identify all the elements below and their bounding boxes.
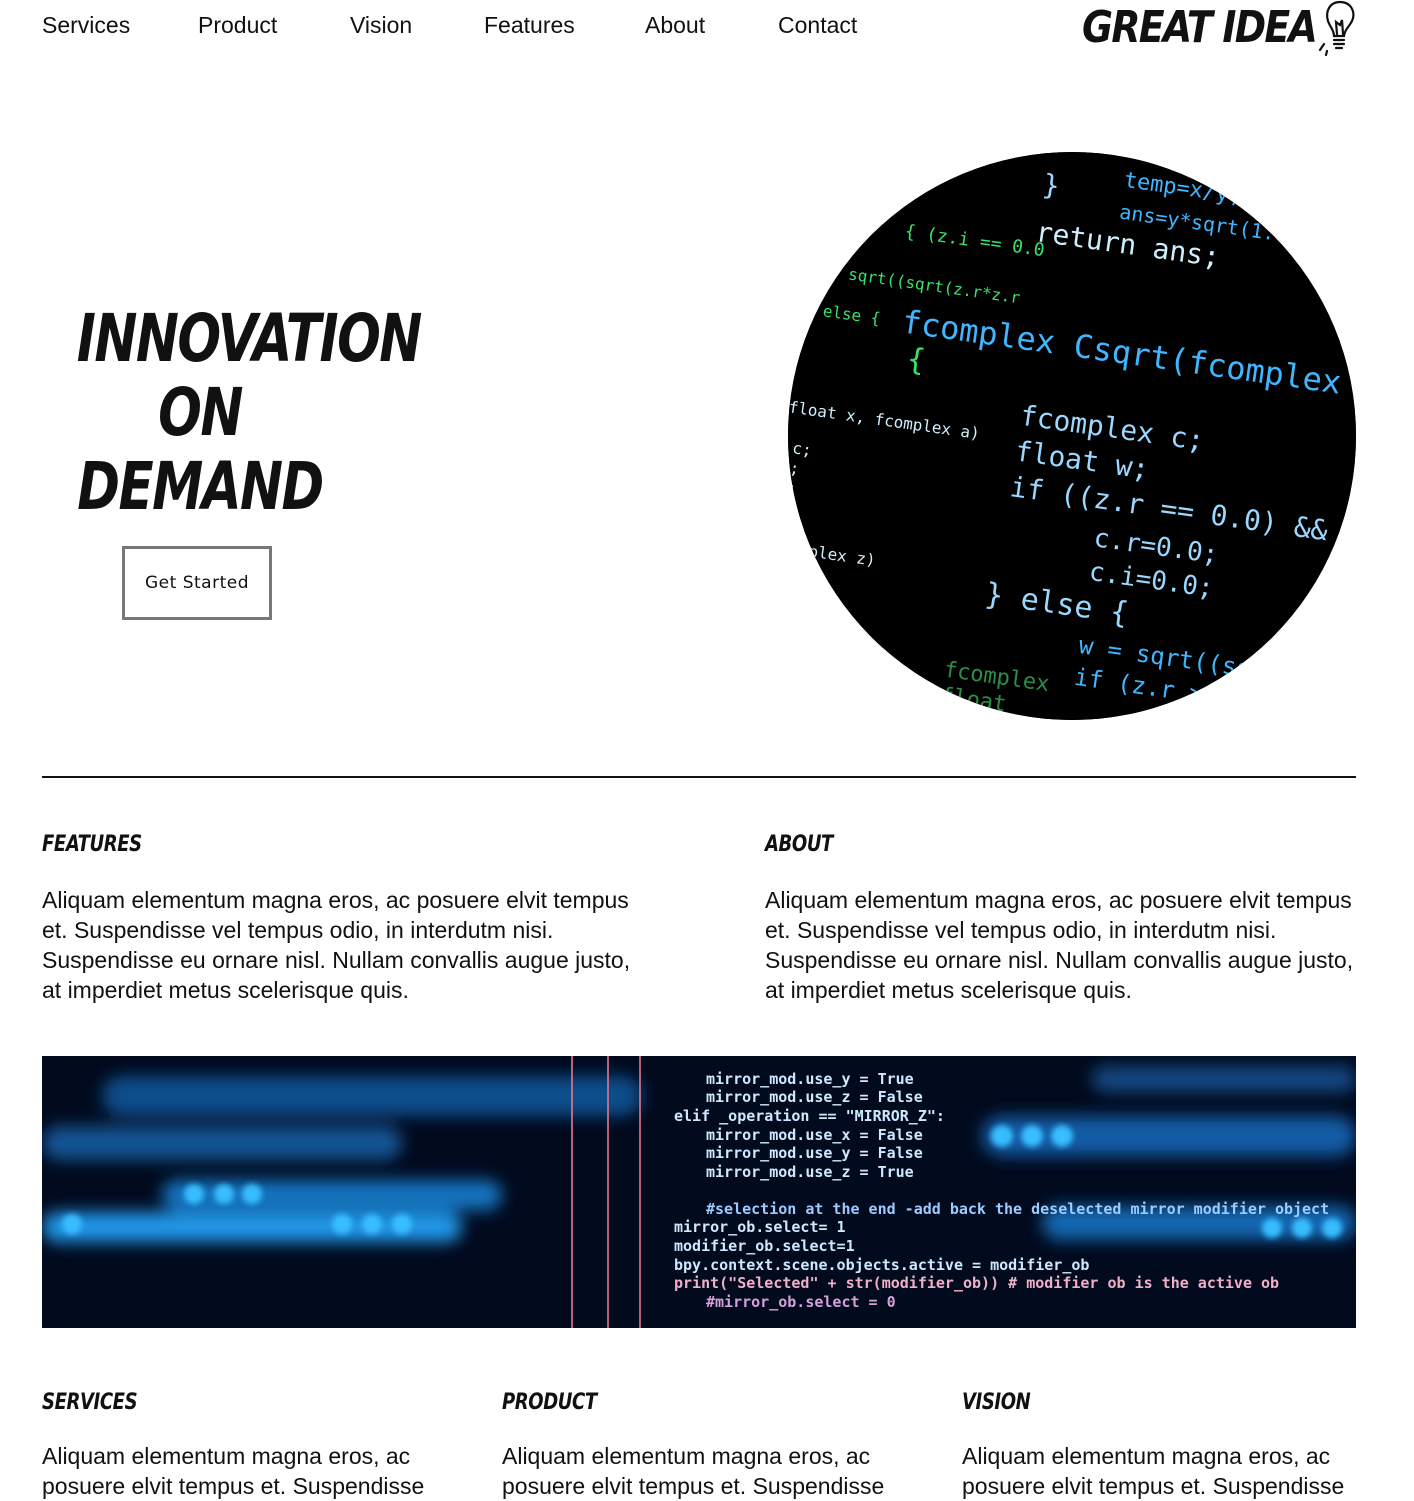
- svg-text:#mirror_ob.select = 0: #mirror_ob.select = 0: [706, 1293, 896, 1311]
- nav-link-about[interactable]: About: [645, 12, 705, 39]
- vision-heading: VISION: [962, 1390, 1031, 1415]
- svg-text:mirror_mod.use_z = True: mirror_mod.use_z = True: [706, 1163, 914, 1181]
- svg-text:modifier_ob.select=1: modifier_ob.select=1: [674, 1237, 855, 1255]
- svg-text:mirror_mod.use_z = False: mirror_mod.use_z = False: [706, 1088, 923, 1106]
- svg-text:bpy.context.scene.objects.acti: bpy.context.scene.objects.active = modif…: [674, 1256, 1089, 1274]
- hero-title-line-2: ON: [158, 374, 243, 451]
- svg-text:print("Selected" + str(modifie: print("Selected" + str(modifier_ob)) # m…: [674, 1274, 1279, 1292]
- code-banner-image: mirror_mod.use_y = True mirror_mod.use_z…: [42, 1056, 1356, 1328]
- hero-title-line-1: INNOVATION: [76, 300, 423, 377]
- vision-text: Aliquam elementum magna eros, ac posuere…: [962, 1443, 1345, 1499]
- hero-title: INNOVATION ON DEMAND: [42, 300, 423, 525]
- svg-text:mirror_mod.use_y = False: mirror_mod.use_y = False: [706, 1144, 923, 1162]
- lightbulb-icon: [1318, 0, 1355, 56]
- logo-text: GREAT IDEA: [1082, 2, 1318, 53]
- about-text: Aliquam elementum magna eros, ac posuere…: [765, 887, 1354, 1003]
- nav-link-services[interactable]: Services: [42, 12, 130, 39]
- svg-text:mirror_mod.use_y = True: mirror_mod.use_y = True: [706, 1070, 914, 1088]
- hero-code-image: temp=x/y; } ans=y*sqrt(1.0+temp*te retur…: [788, 152, 1356, 720]
- nav-link-features[interactable]: Features: [484, 12, 575, 39]
- svg-text:#selection at the end -add bac: #selection at the end -add back the dese…: [706, 1200, 1329, 1218]
- nav-link-product[interactable]: Product: [198, 12, 277, 39]
- svg-text:elif _operation == "MIRROR_Z":: elif _operation == "MIRROR_Z":: [674, 1107, 945, 1125]
- svg-text:mirror_mod.use_x = False: mirror_mod.use_x = False: [706, 1126, 923, 1144]
- services-heading: SERVICES: [42, 1390, 138, 1415]
- section-divider: [42, 776, 1356, 778]
- product-text: Aliquam elementum magna eros, ac posuere…: [502, 1443, 885, 1499]
- features-heading: FEATURES: [42, 832, 142, 857]
- brand-logo[interactable]: GREAT IDEA: [1082, 0, 1358, 56]
- nav-link-contact[interactable]: Contact: [778, 12, 857, 39]
- about-heading: ABOUT: [765, 832, 833, 857]
- nav-link-vision[interactable]: Vision: [350, 12, 412, 39]
- get-started-button[interactable]: Get Started: [122, 546, 272, 620]
- hero-title-line-3: DEMAND: [77, 448, 324, 525]
- svg-text:mirror_ob.select= 1: mirror_ob.select= 1: [674, 1218, 846, 1236]
- features-text: Aliquam elementum magna eros, ac posuere…: [42, 887, 631, 1003]
- product-heading: PRODUCT: [502, 1390, 597, 1415]
- services-text: Aliquam elementum magna eros, ac posuere…: [42, 1443, 425, 1499]
